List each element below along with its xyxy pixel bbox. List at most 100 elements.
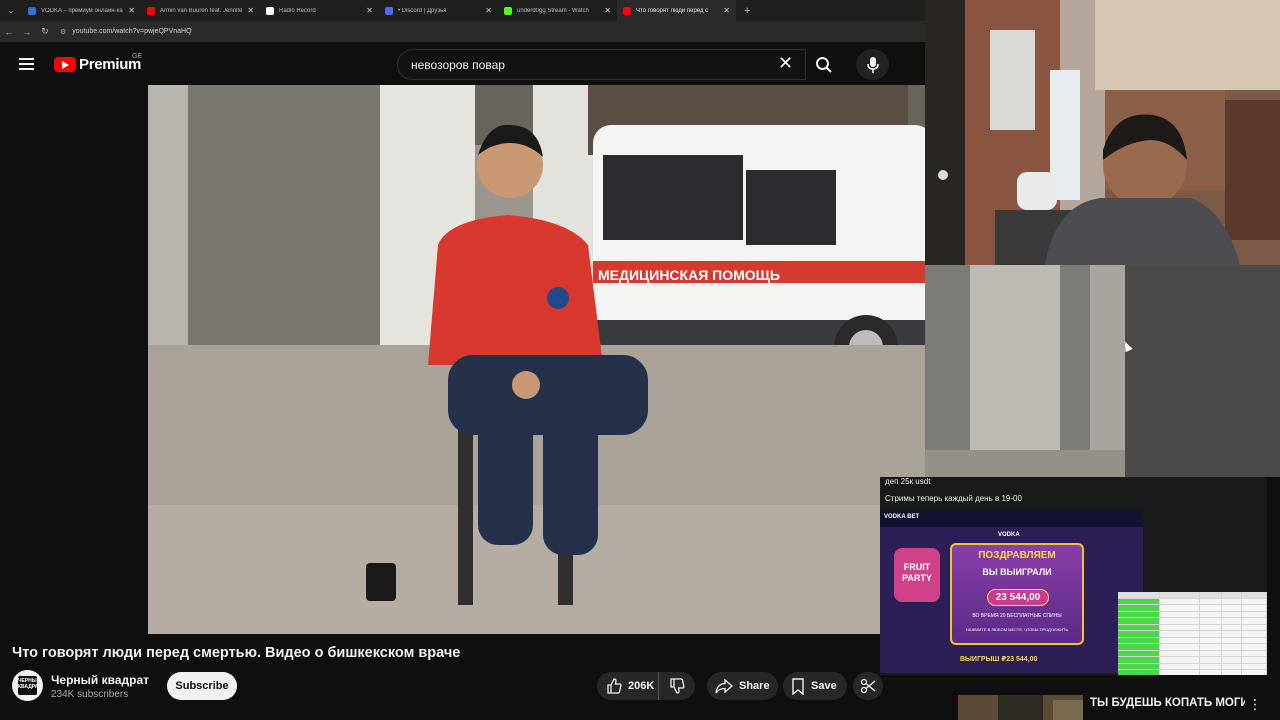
youtube-logo[interactable]: Premium xyxy=(54,56,141,73)
sheet-cell xyxy=(1222,650,1242,656)
menu-icon[interactable] xyxy=(19,58,34,70)
browser-tab[interactable]: Что говорят люди перед с ✕ xyxy=(617,0,736,21)
more-options-icon[interactable]: ⋮ xyxy=(1248,696,1262,713)
browser-tab[interactable]: Radio Record ✕ xyxy=(260,0,379,21)
sheet-cell xyxy=(1242,650,1267,656)
sheet-cell xyxy=(1222,624,1242,630)
tab-close-icon[interactable]: ✕ xyxy=(128,6,135,15)
sheet-cell xyxy=(1118,624,1160,630)
video-player[interactable]: МЕДИЦИНСКАЯ ПОМОЩЬ xyxy=(148,85,925,634)
sheet-cell xyxy=(1222,592,1242,598)
sheet-cell xyxy=(1118,605,1160,611)
save-button[interactable]: Save xyxy=(783,672,847,700)
sheet-cell xyxy=(1160,663,1200,669)
sheet-cell xyxy=(1242,663,1267,669)
congrats-title: ПОЗДРАВЛЯЕМ xyxy=(978,550,1056,561)
tab-favicon-icon xyxy=(266,6,274,15)
sheet-cell xyxy=(1200,670,1222,675)
sheet-cell xyxy=(1242,644,1267,650)
sheet-cell xyxy=(1242,605,1267,611)
channel-avatar[interactable]: ЧЕРНЫЙ КВАДРАТ xyxy=(12,670,43,701)
tab-favicon-icon xyxy=(385,6,393,15)
sheet-cell xyxy=(1160,670,1200,675)
url-text: youtube.com/watch?v=pwjeQPVnaHQ xyxy=(72,28,192,35)
tab-close-icon[interactable]: ✕ xyxy=(485,6,492,15)
sheet-cell xyxy=(1222,618,1242,624)
sheet-cell xyxy=(1118,598,1160,604)
microphone-icon xyxy=(866,56,879,73)
tab-favicon-icon xyxy=(623,6,631,15)
tab-search-icon[interactable]: ⌄ xyxy=(0,0,22,21)
webcam-feed xyxy=(925,0,1280,265)
browser-tab[interactable]: Armin van Buuren feat. Jennife ✕ xyxy=(141,0,260,21)
youtube-play-icon xyxy=(54,57,76,72)
subscriber-count: 234K subscribers xyxy=(51,689,129,700)
site-info-icon[interactable]: ⚙ xyxy=(60,28,66,36)
sheet-cell xyxy=(1118,631,1160,637)
channel-name[interactable]: Черный квадрат xyxy=(51,673,149,687)
channel-avatar-logo: ЧЕРНЫЙ КВАДРАТ xyxy=(18,676,41,695)
url-field[interactable]: ⚙ youtube.com/watch?v=pwjeQPVnaHQ xyxy=(60,28,192,36)
share-button[interactable]: Share xyxy=(707,672,778,700)
sheet-cell xyxy=(1118,657,1160,663)
subscribe-button[interactable]: Subscribe xyxy=(167,672,237,700)
tab-title: • Discord | Друзья xyxy=(398,7,447,14)
clear-search-icon[interactable]: ✕ xyxy=(778,54,793,72)
tab-close-icon[interactable]: ✕ xyxy=(247,6,254,15)
sheet-cell xyxy=(1242,631,1267,637)
stream-announcement: Стримы теперь каждый день в 19-00 xyxy=(885,494,1022,503)
forward-icon[interactable]: → xyxy=(18,27,36,37)
tab-close-icon[interactable]: ✕ xyxy=(723,6,730,15)
sheet-cell xyxy=(1200,657,1222,663)
share-icon xyxy=(715,678,733,694)
stream-overlay: деп 25к usdt Стримы теперь каждый день в… xyxy=(880,477,1267,675)
like-button[interactable]: 206K xyxy=(597,672,659,700)
sheet-cell xyxy=(1200,644,1222,650)
tab-title: Radio Record xyxy=(279,7,316,14)
recommended-thumbnail[interactable] xyxy=(958,695,1083,720)
new-tab-button[interactable]: + xyxy=(744,5,750,17)
sheet-cell xyxy=(1222,637,1242,643)
sheet-cell xyxy=(1222,605,1242,611)
reload-icon[interactable]: ↻ xyxy=(36,26,54,37)
sheet-row xyxy=(1118,670,1267,675)
tab-close-icon[interactable]: ✕ xyxy=(604,6,611,15)
browser-tab[interactable]: underd0gg Stream - Watch ✕ xyxy=(498,0,617,21)
clip-button[interactable] xyxy=(853,672,883,700)
search-query: невозоров повар xyxy=(411,57,505,72)
dislike-button[interactable] xyxy=(659,678,695,694)
sheet-cell xyxy=(1222,631,1242,637)
browser-tab[interactable]: VODKA – премиум онлайн-ка ✕ xyxy=(22,0,141,21)
search-input[interactable]: невозоров повар xyxy=(397,49,806,80)
tab-favicon-icon xyxy=(28,6,36,15)
tab-close-icon[interactable]: ✕ xyxy=(366,6,373,15)
casino-topbar: VODKA BET xyxy=(880,510,1143,527)
save-label: Save xyxy=(811,680,837,692)
sheet-cell xyxy=(1200,611,1222,617)
tab-title: VODKA – премиум онлайн-ка xyxy=(41,7,123,14)
sheet-cell xyxy=(1242,618,1267,624)
sheet-cell xyxy=(1200,663,1222,669)
game-brand: VODKA xyxy=(998,532,1020,538)
sheet-cell xyxy=(1242,598,1267,604)
bottom-win-amount: ВЫИГРЫШ ₽23 544,00 xyxy=(960,656,1038,663)
streamer-webcam xyxy=(925,0,1280,265)
voice-search-button[interactable] xyxy=(856,49,889,80)
recommended-title[interactable]: ТЫ БУДЕШЬ КОПАТЬ МОГИЛУ СВОЕМУ ДРУГУ | И… xyxy=(1090,697,1245,710)
browser-tab[interactable]: • Discord | Друзья ✕ xyxy=(379,0,498,21)
tab-favicon-icon xyxy=(504,6,512,15)
video-title: Что говорят люди перед смертью. Видео о … xyxy=(12,645,461,661)
sheet-cell xyxy=(1118,637,1160,643)
back-icon[interactable]: ← xyxy=(0,27,18,37)
search-button[interactable] xyxy=(806,49,842,80)
scissors-icon xyxy=(860,678,876,694)
sheet-cell xyxy=(1222,657,1242,663)
sheet-cell xyxy=(1200,650,1222,656)
browser-tab-strip: ⌄ VODKA – премиум онлайн-ка ✕ Armin van Bu… xyxy=(0,0,925,21)
sheet-cell xyxy=(1160,598,1200,604)
win-amount: 23 544,00 xyxy=(987,589,1049,606)
thumbnail-image xyxy=(958,695,1083,720)
sheet-cell xyxy=(1222,670,1242,675)
thumbs-down-icon xyxy=(670,678,685,694)
sheet-cell xyxy=(1242,624,1267,630)
